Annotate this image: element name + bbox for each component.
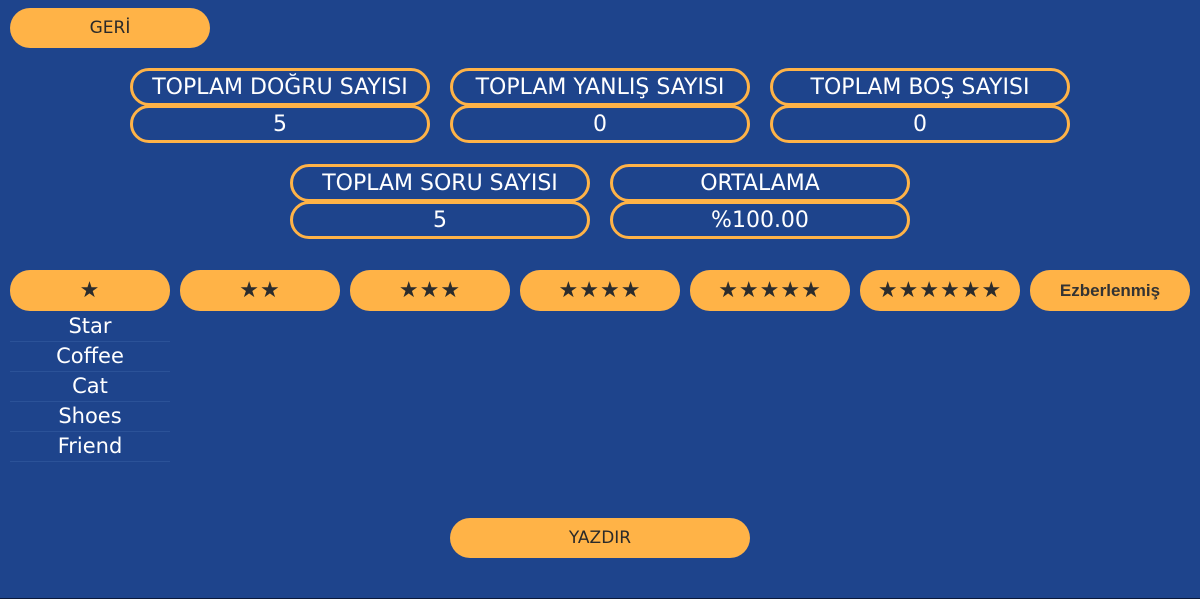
print-button[interactable]: YAZDIR	[450, 518, 750, 558]
stat-empty-count: TOPLAM BOŞ SAYISI 0	[770, 68, 1070, 144]
stat-value: 0	[770, 105, 1070, 143]
stat-value: %100.00	[610, 201, 910, 239]
back-button[interactable]: GERİ	[10, 8, 210, 48]
list-item[interactable]: Friend	[10, 432, 170, 462]
stat-label: TOPLAM DOĞRU SAYISI	[130, 68, 430, 106]
stat-wrong-count: TOPLAM YANLIŞ SAYISI 0	[450, 68, 750, 144]
memorized-button[interactable]: Ezberlenmiş	[1030, 270, 1190, 311]
level-2-star-button[interactable]: ★★	[180, 270, 340, 311]
level-4-star-button[interactable]: ★★★★	[520, 270, 680, 311]
stat-value: 5	[130, 105, 430, 143]
stat-label: TOPLAM YANLIŞ SAYISI	[450, 68, 750, 106]
list-item[interactable]: Star	[10, 312, 170, 342]
stat-value: 0	[450, 105, 750, 143]
word-list: Star Coffee Cat Shoes Friend	[10, 312, 170, 462]
stat-label: ORTALAMA	[610, 164, 910, 202]
stat-label: TOPLAM BOŞ SAYISI	[770, 68, 1070, 106]
list-item[interactable]: Shoes	[10, 402, 170, 432]
level-5-star-button[interactable]: ★★★★★	[690, 270, 850, 311]
level-6-star-button[interactable]: ★★★★★★	[860, 270, 1020, 311]
level-3-star-button[interactable]: ★★★	[350, 270, 510, 311]
stat-question-count: TOPLAM SORU SAYISI 5	[290, 164, 590, 240]
list-item[interactable]: Cat	[10, 372, 170, 402]
stat-value: 5	[290, 201, 590, 239]
stat-label: TOPLAM SORU SAYISI	[290, 164, 590, 202]
stat-average: ORTALAMA %100.00	[610, 164, 910, 240]
stat-correct-count: TOPLAM DOĞRU SAYISI 5	[130, 68, 430, 144]
list-item[interactable]: Coffee	[10, 342, 170, 372]
level-1-star-button[interactable]: ★	[10, 270, 170, 311]
